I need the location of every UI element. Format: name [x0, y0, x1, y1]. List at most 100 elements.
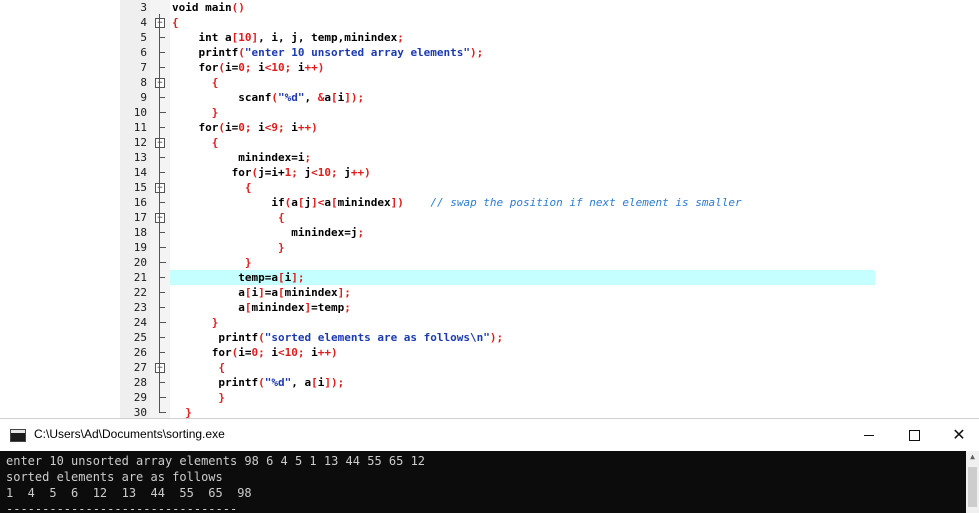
code-line[interactable]: 21 temp=a[i];	[0, 270, 979, 285]
code-text: {	[172, 16, 179, 29]
code-text: minindex=j;	[291, 226, 365, 239]
fold-toggle-icon[interactable]: −	[155, 213, 165, 223]
console-titlebar[interactable]: C:\Users\Ad\Documents\sorting.exe ✕	[0, 419, 979, 451]
fold-guide-line	[159, 14, 160, 410]
fold-end-marker	[159, 315, 166, 323]
code-line[interactable]: 26 for(i=0; i<10; i++)	[0, 345, 979, 360]
code-line[interactable]: 16 if(a[j]<a[minindex]) // swap the posi…	[0, 195, 979, 210]
line-number: 12	[133, 136, 147, 149]
code-editor[interactable]: 3void main()4−{5 int a[10], i, j, temp,m…	[0, 0, 979, 418]
code-line[interactable]: 22 a[i]=a[minindex];	[0, 285, 979, 300]
line-number: 23	[133, 301, 147, 314]
code-line[interactable]: 24 }	[0, 315, 979, 330]
code-line[interactable]: 8− {	[0, 75, 979, 90]
line-number: 26	[133, 346, 147, 359]
code-text: }	[211, 316, 219, 329]
code-line[interactable]: 17− {	[0, 210, 979, 225]
code-line[interactable]: 11 for(i=0; i<9; i++)	[0, 120, 979, 135]
code-text: }	[277, 241, 285, 254]
line-number: 22	[133, 286, 147, 299]
fold-end-marker	[159, 105, 166, 113]
code-line[interactable]: 15− {	[0, 180, 979, 195]
code-line[interactable]: 25 printf("sorted elements are as follow…	[0, 330, 979, 345]
maximize-button[interactable]	[891, 419, 937, 451]
code-text: a[i]=a[minindex];	[172, 286, 351, 299]
line-number: 30	[133, 406, 147, 418]
code-text: }	[244, 256, 252, 269]
console-output[interactable]: enter 10 unsorted array elements 98 6 4 …	[0, 451, 966, 513]
console-line: 1 4 5 6 12 13 44 55 65 98	[6, 486, 252, 500]
code-text: printf("sorted elements are as follows\n…	[218, 331, 504, 344]
code-line[interactable]: 30 }	[0, 405, 979, 418]
line-number: 28	[133, 376, 147, 389]
code-text: void main()	[172, 1, 245, 14]
code-line[interactable]: 7 for(i=0; i<10; i++)	[0, 60, 979, 75]
fold-end-marker	[159, 255, 166, 263]
maximize-icon	[908, 430, 920, 441]
code-text: {	[218, 361, 225, 374]
line-number: 24	[133, 316, 147, 329]
line-number: 18	[133, 226, 147, 239]
fold-toggle-icon[interactable]: −	[155, 18, 165, 28]
line-number: 15	[133, 181, 147, 194]
code-line[interactable]: 5 int a[10], i, j, temp,minindex;	[0, 30, 979, 45]
code-line[interactable]: 14 for(j=i+1; j<10; j++)	[0, 165, 979, 180]
code-line[interactable]: 12− {	[0, 135, 979, 150]
code-text: }	[218, 391, 225, 404]
code-line[interactable]: 19 }	[0, 240, 979, 255]
console-app-icon	[10, 429, 26, 442]
fold-toggle-icon[interactable]: −	[155, 138, 165, 148]
code-line[interactable]: 18 minindex=j;	[0, 225, 979, 240]
scroll-thumb[interactable]	[968, 467, 977, 507]
minimize-icon	[864, 435, 874, 436]
code-text: {	[244, 181, 252, 194]
code-text: a[minindex]=temp;	[172, 301, 351, 314]
code-text: temp=a[i];	[238, 271, 305, 284]
close-button[interactable]: ✕	[936, 419, 979, 451]
code-text: for(j=i+1; j<10; j++)	[231, 166, 371, 179]
fold-end-marker	[159, 390, 166, 398]
code-text: {	[211, 76, 219, 89]
line-number: 6	[140, 46, 147, 59]
code-line[interactable]: 3 void main()	[0, 0, 979, 15]
code-area[interactable]: 3void main()4−{5 int a[10], i, j, temp,m…	[0, 0, 979, 418]
code-line[interactable]: 4−{	[0, 15, 979, 30]
code-text: printf("enter 10 unsorted array elements…	[198, 46, 484, 59]
code-line[interactable]: 20 }	[0, 255, 979, 270]
scroll-up-icon[interactable]: ▲	[966, 451, 979, 463]
fold-toggle-icon[interactable]: −	[155, 183, 165, 193]
minimize-button[interactable]	[846, 419, 892, 451]
code-line[interactable]: 23 a[minindex]=temp;	[0, 300, 979, 315]
console-scrollbar[interactable]: ▲	[966, 451, 979, 513]
code-line[interactable]: 28 printf("%d", a[i]);	[0, 375, 979, 390]
line-number: 7	[140, 61, 147, 74]
window-title: C:\Users\Ad\Documents\sorting.exe	[34, 427, 225, 441]
code-line[interactable]: 13 minindex=i;	[0, 150, 979, 165]
code-line[interactable]: 27− {	[0, 360, 979, 375]
line-number: 11	[133, 121, 147, 134]
code-text: scanf("%d", &a[i]);	[238, 91, 365, 104]
line-number: 25	[133, 331, 147, 344]
line-number: 27	[133, 361, 147, 374]
fold-end-marker	[159, 240, 166, 248]
line-number: 20	[133, 256, 147, 269]
fold-toggle-icon[interactable]: −	[155, 363, 165, 373]
code-text: int a[10], i, j, temp,minindex;	[198, 31, 404, 44]
fold-toggle-icon[interactable]: −	[155, 78, 165, 88]
line-number: 8	[140, 76, 147, 89]
line-number: 5	[140, 31, 147, 44]
console-line: sorted elements are as follows	[6, 470, 223, 484]
code-text: for(i=0; i<9; i++)	[198, 121, 318, 134]
code-text: for(i=0; i<10; i++)	[211, 346, 338, 359]
console-window[interactable]: C:\Users\Ad\Documents\sorting.exe ✕ ente…	[0, 418, 979, 513]
code-line[interactable]: 9 scanf("%d", &a[i]);	[0, 90, 979, 105]
code-line[interactable]: 10 }	[0, 105, 979, 120]
code-text: }	[185, 406, 192, 418]
code-line[interactable]: 6 printf("enter 10 unsorted array elemen…	[0, 45, 979, 60]
code-text: {	[277, 211, 285, 224]
code-line[interactable]: 29 }	[0, 390, 979, 405]
console-line: enter 10 unsorted array elements 98 6 4 …	[6, 454, 426, 468]
code-text: printf("%d", a[i]);	[218, 376, 345, 389]
line-number: 21	[133, 271, 147, 284]
code-text: if(a[j]<a[minindex]) // swap the positio…	[271, 196, 742, 209]
